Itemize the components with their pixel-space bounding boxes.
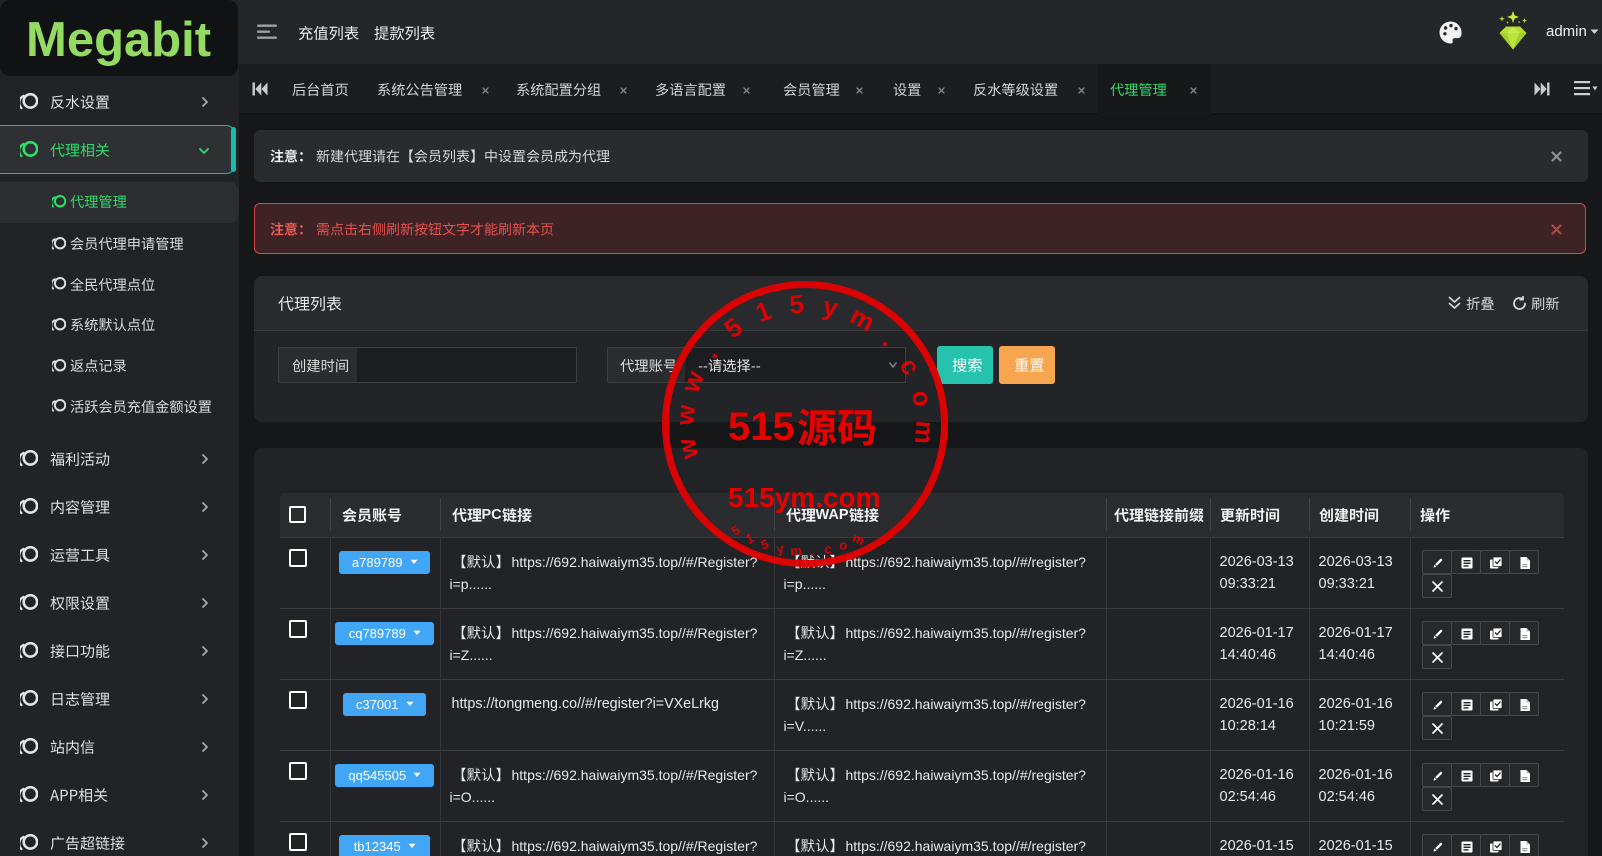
svg-text:1: 1 [743, 530, 756, 547]
svg-text:5: 5 [719, 311, 749, 344]
svg-text:y: y [820, 291, 841, 324]
svg-text:5: 5 [759, 536, 771, 553]
svg-text:m: m [909, 420, 941, 445]
svg-text:y: y [775, 540, 786, 556]
svg-text:.: . [695, 340, 723, 364]
svg-text:5: 5 [729, 522, 743, 539]
svg-text:1: 1 [751, 295, 775, 328]
svg-text:m: m [850, 530, 867, 548]
svg-text:5: 5 [788, 289, 805, 320]
svg-text:c: c [823, 541, 833, 557]
svg-text:c: c [894, 353, 927, 380]
svg-text:w: w [675, 366, 711, 397]
svg-text:.: . [877, 326, 903, 352]
svg-text:w: w [670, 403, 702, 427]
svg-text:o: o [906, 387, 939, 409]
svg-text:w: w [671, 435, 705, 463]
svg-text:m: m [790, 543, 803, 559]
svg-text:o: o [838, 537, 850, 554]
svg-text:.: . [810, 543, 814, 558]
